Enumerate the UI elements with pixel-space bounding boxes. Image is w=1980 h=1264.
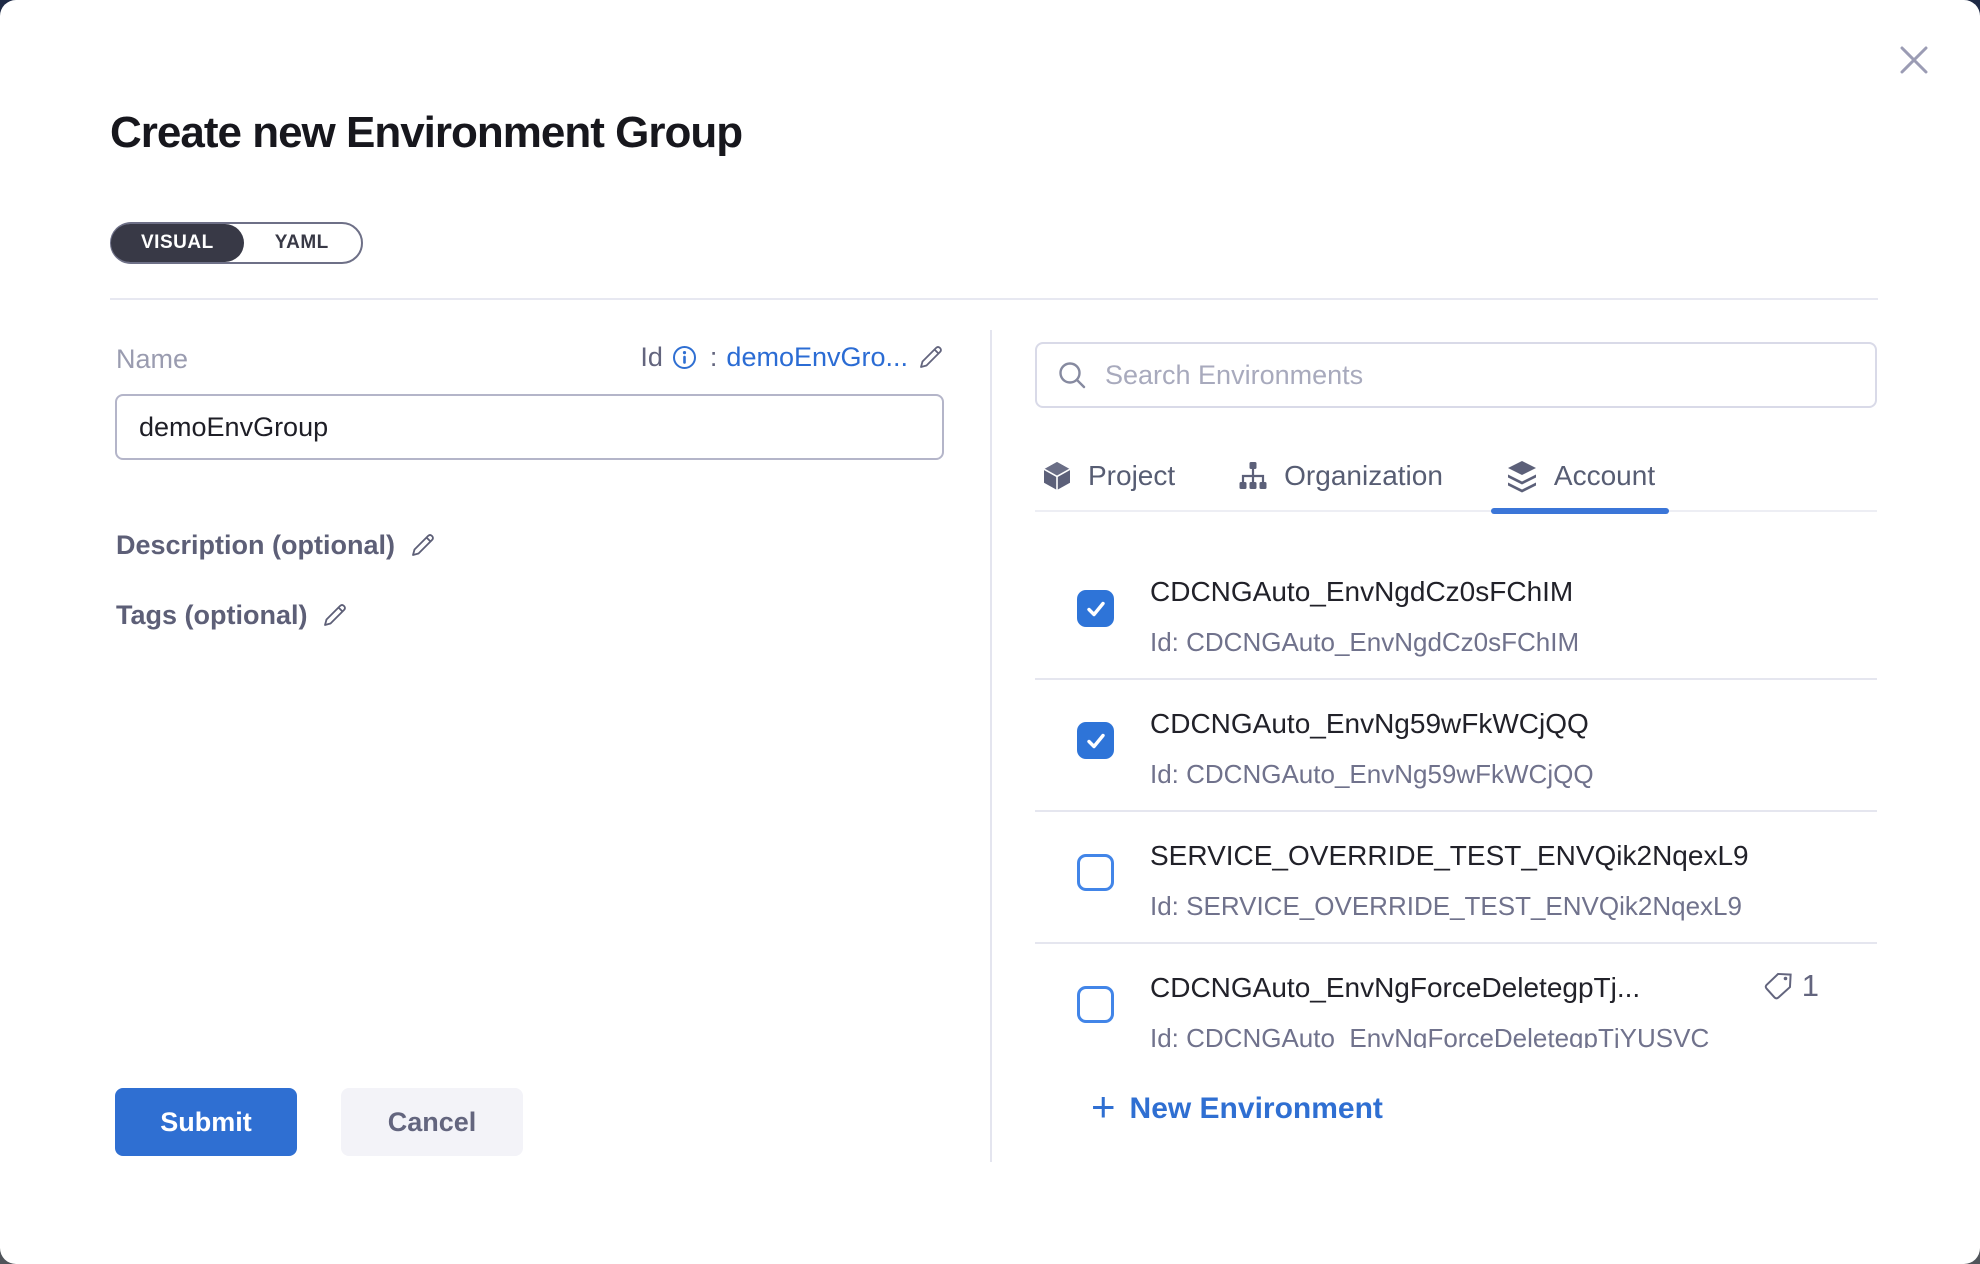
search-icon (1057, 360, 1087, 390)
org-chart-icon (1237, 460, 1269, 492)
environments-panel: Project Organization Account (1035, 330, 1877, 1180)
environment-list-item[interactable]: CDCNGAuto_EnvNgdCz0sFChIM Id: CDCNGAuto_… (1035, 548, 1877, 680)
panel-divider (990, 330, 992, 1162)
close-button[interactable] (1892, 38, 1936, 82)
new-environment-button[interactable]: + New Environment (1091, 1092, 1383, 1126)
tab-account[interactable]: Account (1499, 442, 1661, 510)
edit-description-pencil-icon[interactable] (409, 532, 436, 559)
submit-button[interactable]: Submit (115, 1088, 297, 1156)
tab-account-label: Account (1554, 460, 1655, 492)
name-input[interactable] (115, 394, 944, 460)
environment-checkbox-checked[interactable] (1077, 590, 1114, 627)
environment-list-item[interactable]: SERVICE_OVERRIDE_TEST_ENVQik2NqexL9 Id: … (1035, 812, 1877, 944)
id-separator: : (710, 342, 718, 373)
environment-id: Id: CDCNGAuto_EnvNgForceDeletegpTjYUSVC (1150, 1022, 1877, 1048)
tags-label: Tags (optional) (116, 600, 307, 631)
layers-icon (1505, 459, 1539, 493)
environment-id: Id: SERVICE_OVERRIDE_TEST_ENVQik2NqexL9 (1150, 890, 1877, 922)
id-row: Id : demoEnvGro... (590, 342, 944, 373)
info-icon[interactable] (672, 345, 697, 370)
environment-checkbox-unchecked[interactable] (1077, 854, 1114, 891)
environment-checkbox-checked[interactable] (1077, 722, 1114, 759)
environment-list-item[interactable]: CDCNGAuto_EnvNgForceDeletegpTj... Id: CD… (1035, 944, 1877, 1048)
environment-list-item[interactable]: CDCNGAuto_EnvNg59wFkWCjQQ Id: CDCNGAuto_… (1035, 680, 1877, 812)
visual-yaml-toggle: VISUAL YAML (110, 222, 363, 264)
plus-icon: + (1091, 1092, 1116, 1122)
screen: Create new Environment Group VISUAL YAML… (0, 0, 1980, 1264)
header-divider (110, 298, 1878, 300)
environment-id: Id: CDCNGAuto_EnvNg59wFkWCjQQ (1150, 758, 1877, 790)
edit-tags-pencil-icon[interactable] (321, 602, 348, 629)
tag-count: 1 (1802, 968, 1819, 1004)
new-environment-label: New Environment (1130, 1092, 1383, 1126)
create-environment-group-modal: Create new Environment Group VISUAL YAML… (0, 0, 1980, 1264)
edit-id-pencil-icon[interactable] (917, 344, 944, 371)
environment-name: CDCNGAuto_EnvNg59wFkWCjQQ (1150, 707, 1877, 741)
tab-organization[interactable]: Organization (1231, 442, 1449, 510)
environment-list: CDCNGAuto_EnvNgdCz0sFChIM Id: CDCNGAuto_… (1035, 548, 1877, 1048)
name-label: Name (116, 344, 188, 375)
id-value[interactable]: demoEnvGro... (726, 342, 908, 373)
search-input[interactable] (1103, 359, 1855, 392)
cancel-button[interactable]: Cancel (341, 1088, 523, 1156)
tag-icon (1764, 971, 1794, 1001)
description-label: Description (optional) (116, 530, 395, 561)
tab-project[interactable]: Project (1035, 442, 1181, 510)
description-row: Description (optional) (116, 530, 436, 561)
environment-id: Id: CDCNGAuto_EnvNgdCz0sFChIM (1150, 626, 1877, 658)
environment-name: SERVICE_OVERRIDE_TEST_ENVQik2NqexL9 (1150, 839, 1877, 873)
toggle-visual[interactable]: VISUAL (111, 224, 244, 262)
page-title: Create new Environment Group (110, 108, 742, 158)
scope-tabs: Project Organization Account (1035, 442, 1877, 512)
search-box (1035, 342, 1877, 408)
tab-project-label: Project (1088, 460, 1175, 492)
tab-organization-label: Organization (1284, 460, 1443, 492)
environment-checkbox-unchecked[interactable] (1077, 986, 1114, 1023)
tags-row: Tags (optional) (116, 600, 348, 631)
cube-icon (1041, 460, 1073, 492)
toggle-yaml[interactable]: YAML (243, 224, 361, 262)
environment-name: CDCNGAuto_EnvNgdCz0sFChIM (1150, 575, 1877, 609)
tags-badge: 1 (1764, 968, 1819, 1004)
id-label: Id (640, 342, 663, 373)
close-icon (1896, 42, 1932, 78)
